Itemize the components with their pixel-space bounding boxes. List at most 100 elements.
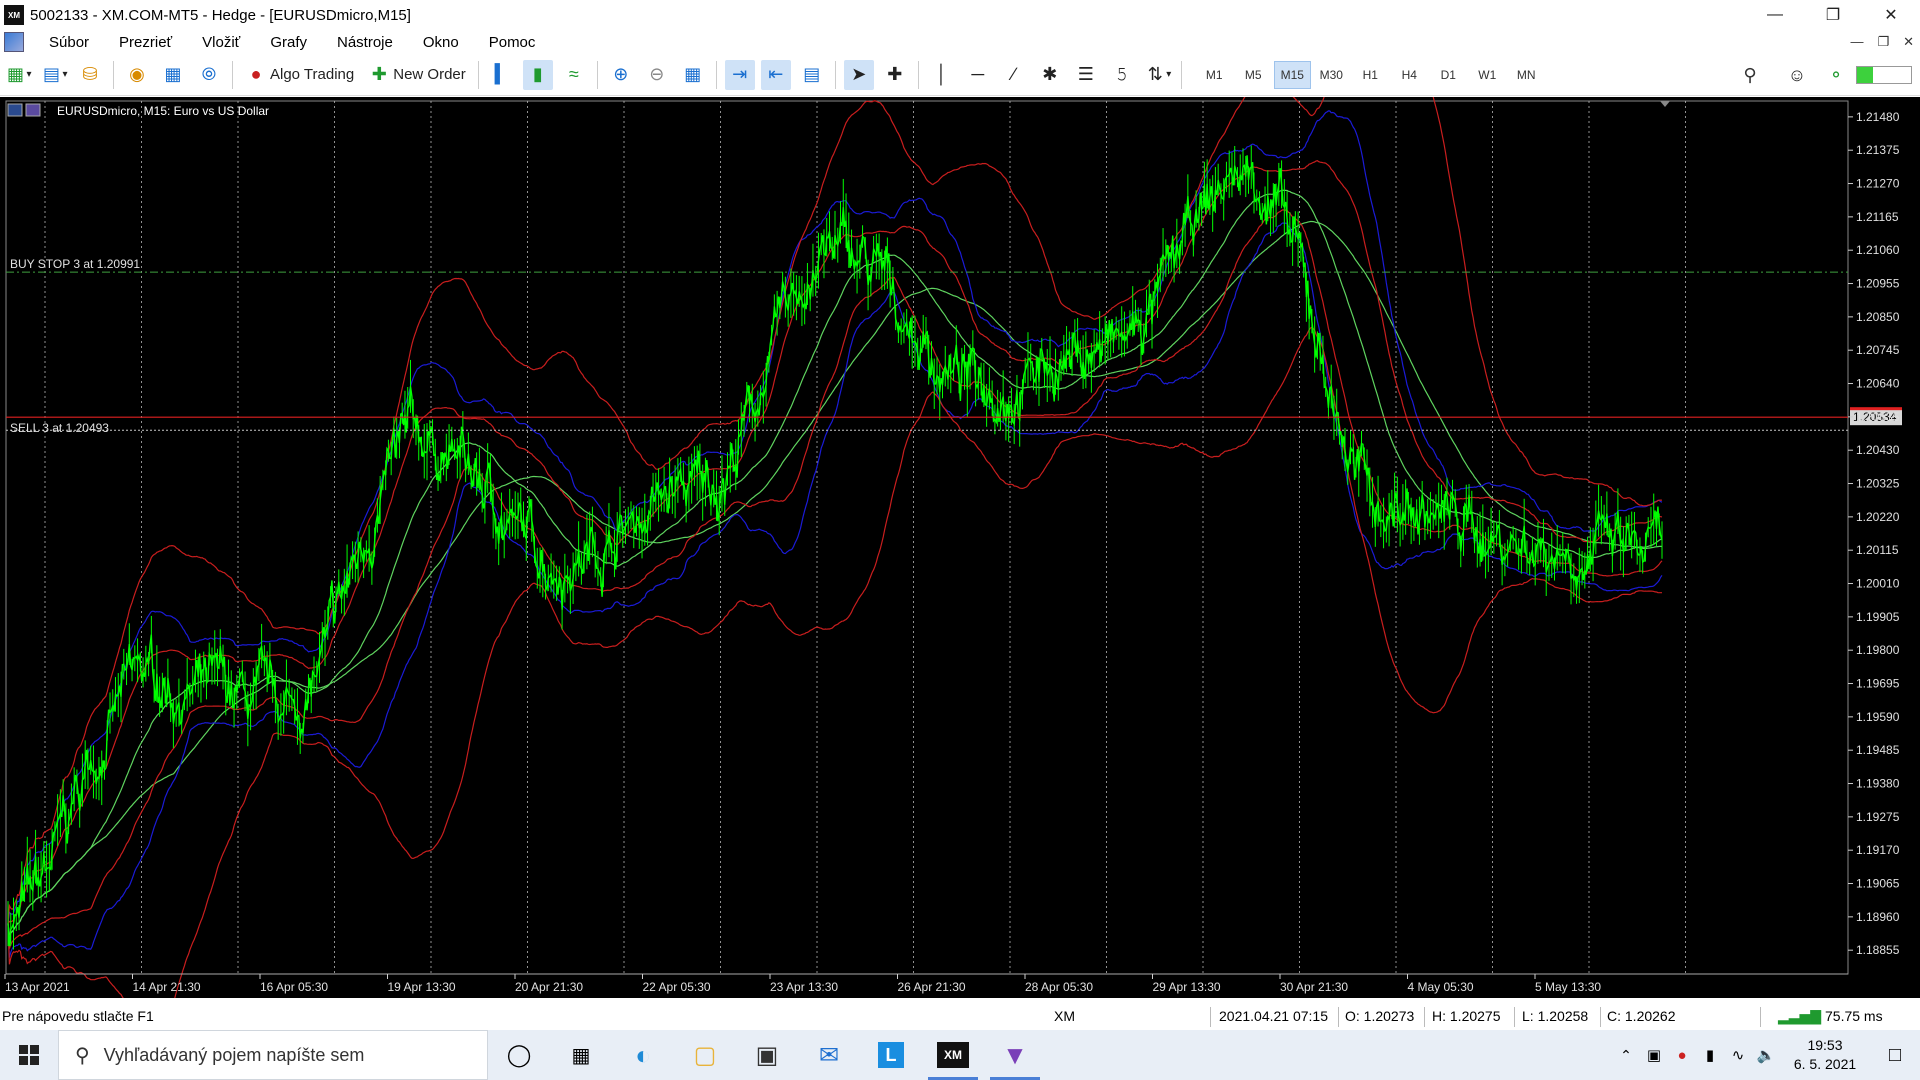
algo-trading-label: Algo Trading — [270, 66, 355, 83]
chart-shift-button[interactable]: ⇤ — [760, 59, 791, 90]
menu-item-window[interactable]: Okno — [408, 34, 474, 51]
price-tick-label: 1.19275 — [1856, 810, 1900, 824]
algo-trading-button[interactable]: ● Algo Trading — [241, 60, 358, 90]
trendline-button[interactable]: ∕ — [999, 60, 1029, 90]
meet-now-icon[interactable]: ▣ — [1640, 1046, 1668, 1064]
close-icon[interactable]: ✕ — [1862, 0, 1920, 30]
mdi-restore-icon[interactable]: ❐ — [1877, 34, 1889, 50]
text-button[interactable]: 𝟻 — [1107, 60, 1137, 90]
volume-icon[interactable]: 🔈 — [1752, 1046, 1780, 1064]
menu-item-file[interactable]: Súbor — [34, 34, 104, 51]
signals-button[interactable]: ⦾ — [194, 60, 224, 90]
price-chart[interactable]: BUY STOP 3 at 1.20991 SELL 3 at 1.20493 1.… — [0, 97, 1920, 998]
bar-chart-button[interactable]: ▍ — [487, 60, 517, 90]
vertical-line-button[interactable]: │ — [927, 60, 957, 90]
new-order-button[interactable]: ✚ New Order — [364, 60, 470, 90]
candlestick-chart-button[interactable]: ▮ — [522, 59, 553, 90]
zoom-in-button[interactable]: ⊕ — [606, 60, 636, 90]
data-window-button[interactable]: ▦ — [158, 60, 188, 90]
new-chart-button[interactable]: ▦ ▾ — [3, 60, 33, 90]
mdi-minimize-icon[interactable]: — — [1850, 34, 1863, 50]
trendline-icon: ∕ — [1012, 64, 1016, 84]
menu-item-view[interactable]: Prezrieť — [104, 34, 187, 51]
timeframe-d1-button[interactable]: D1 — [1430, 61, 1467, 89]
open-value: O: 1.20273 — [1345, 1008, 1415, 1024]
timeframe-m15-button[interactable]: M15 — [1273, 60, 1311, 89]
taskbar-search[interactable]: ⚲ Vyhľadávaný pojem napíšte sem — [58, 1030, 488, 1080]
line-chart-icon: ≈ — [568, 64, 579, 84]
network-alert-icon[interactable]: ● — [1668, 1047, 1696, 1064]
notifications-icon[interactable]: □ — [1870, 1044, 1920, 1067]
menu-item-tools[interactable]: Nástroje — [322, 34, 408, 51]
minimize-icon[interactable]: — — [1746, 0, 1804, 30]
price-tick-label: 1.20220 — [1856, 510, 1900, 524]
horizontal-line-button[interactable]: ─ — [963, 60, 993, 90]
zoom-out-icon: ⊖ — [649, 64, 665, 84]
start-button[interactable] — [0, 1030, 58, 1080]
arrows-icon: ⇅ — [1147, 64, 1163, 84]
coins-icon: ◉ — [129, 64, 145, 84]
price-tick-label: 1.20535 — [1856, 410, 1900, 424]
store-button[interactable]: ▣ — [736, 1030, 798, 1080]
battery-icon[interactable]: ▮ — [1696, 1046, 1724, 1064]
file-explorer-button[interactable]: ▢ — [674, 1030, 736, 1080]
windows-icon — [19, 1045, 39, 1065]
crosshair-button[interactable]: ✚ — [880, 60, 910, 90]
chevron-up-icon[interactable]: ⌃ — [1612, 1047, 1640, 1064]
timeframe-mn-button[interactable]: MN — [1508, 61, 1545, 89]
price-tick-label: 1.19065 — [1856, 877, 1900, 891]
account-icon: ☺ — [1787, 64, 1807, 85]
wifi-icon[interactable]: ∿ — [1724, 1046, 1752, 1064]
fibonacci-button[interactable]: ✱ — [1035, 60, 1065, 90]
search-button[interactable]: ⚲ — [1735, 60, 1765, 90]
navigator-button[interactable]: ◉ — [122, 60, 152, 90]
timeframe-m30-button[interactable]: M30 — [1313, 61, 1350, 89]
auto-scroll-icon: ⇥ — [732, 64, 748, 84]
new-order-label: New Order — [393, 66, 466, 83]
line-chart-button[interactable]: ≈ — [559, 60, 589, 90]
chart-window-icon[interactable] — [4, 32, 24, 52]
timeframe-h1-button[interactable]: H1 — [1352, 61, 1389, 89]
account-button[interactable]: ☺ — [1782, 60, 1812, 90]
cursor-button[interactable]: ➤ — [843, 59, 874, 90]
profiles-button[interactable]: ▤ ▾ — [39, 60, 69, 90]
menu-item-insert[interactable]: Vložiť — [187, 34, 255, 51]
channels-button[interactable]: ☰ — [1071, 60, 1101, 90]
restore-icon[interactable]: ❐ — [1804, 0, 1862, 30]
vps-button[interactable]: ⚬ — [1821, 60, 1851, 90]
menu-item-help[interactable]: Pomoc — [474, 34, 551, 51]
task-view-button[interactable]: ▦ — [550, 1030, 612, 1080]
timeframe-h4-button[interactable]: H4 — [1391, 61, 1428, 89]
mdi-close-icon[interactable]: ✕ — [1903, 34, 1914, 50]
arrows-button[interactable]: ⇅ ▾ — [1143, 60, 1173, 90]
zoom-out-button[interactable]: ⊖ — [642, 60, 672, 90]
cortana-button[interactable]: ◯ — [488, 1030, 550, 1080]
low-value: L: 1.20258 — [1522, 1008, 1589, 1024]
chart-area[interactable]: BUY STOP 3 at 1.20991 SELL 3 at 1.20493 1.… — [0, 97, 1920, 998]
clock[interactable]: 19:53 6. 5. 2021 — [1780, 1036, 1870, 1074]
title-bar: XM 5002133 - XM.COM-MT5 - Hedge - [EURUS… — [0, 0, 1920, 30]
price-tick-label: 1.19800 — [1856, 643, 1900, 657]
window-title: 5002133 - XM.COM-MT5 - Hedge - [EURUSDmi… — [30, 6, 411, 24]
clock-time: 19:53 — [1807, 1037, 1843, 1053]
indicators-icon: ▤ — [803, 64, 821, 84]
edge-button[interactable]: ◐ — [612, 1030, 674, 1080]
xm-mt5-button[interactable]: XM — [922, 1030, 984, 1080]
mdi-controls: — ❐ ✕ — [1850, 34, 1914, 50]
close-value: C: 1.20262 — [1607, 1008, 1676, 1024]
timeframe-w1-button[interactable]: W1 — [1469, 61, 1506, 89]
price-tick-label: 1.19485 — [1856, 743, 1900, 757]
menu-item-charts[interactable]: Grafy — [255, 34, 322, 51]
prism-app-button[interactable]: ▼ — [984, 1030, 1046, 1080]
toolbar: ▦ ▾ ▤ ▾ ⛁ ◉ ▦ ⦾ ● Algo Trading ✚ New Order… — [0, 54, 1920, 96]
auto-scroll-button[interactable]: ⇥ — [724, 59, 755, 90]
timeframe-m5-button[interactable]: M5 — [1235, 61, 1272, 89]
l-app-button[interactable]: L — [860, 1030, 922, 1080]
buy-stop-label: BUY STOP 3 at 1.20991 — [10, 257, 140, 271]
indicators-button[interactable]: ▤ — [797, 60, 827, 90]
market-watch-button[interactable]: ⛁ — [75, 60, 105, 90]
mail-button[interactable]: ✉ — [798, 1030, 860, 1080]
inner-upper-red-line — [7, 160, 1663, 924]
tile-windows-button[interactable]: ▦ — [678, 60, 708, 90]
timeframe-m1-button[interactable]: M1 — [1196, 61, 1233, 89]
